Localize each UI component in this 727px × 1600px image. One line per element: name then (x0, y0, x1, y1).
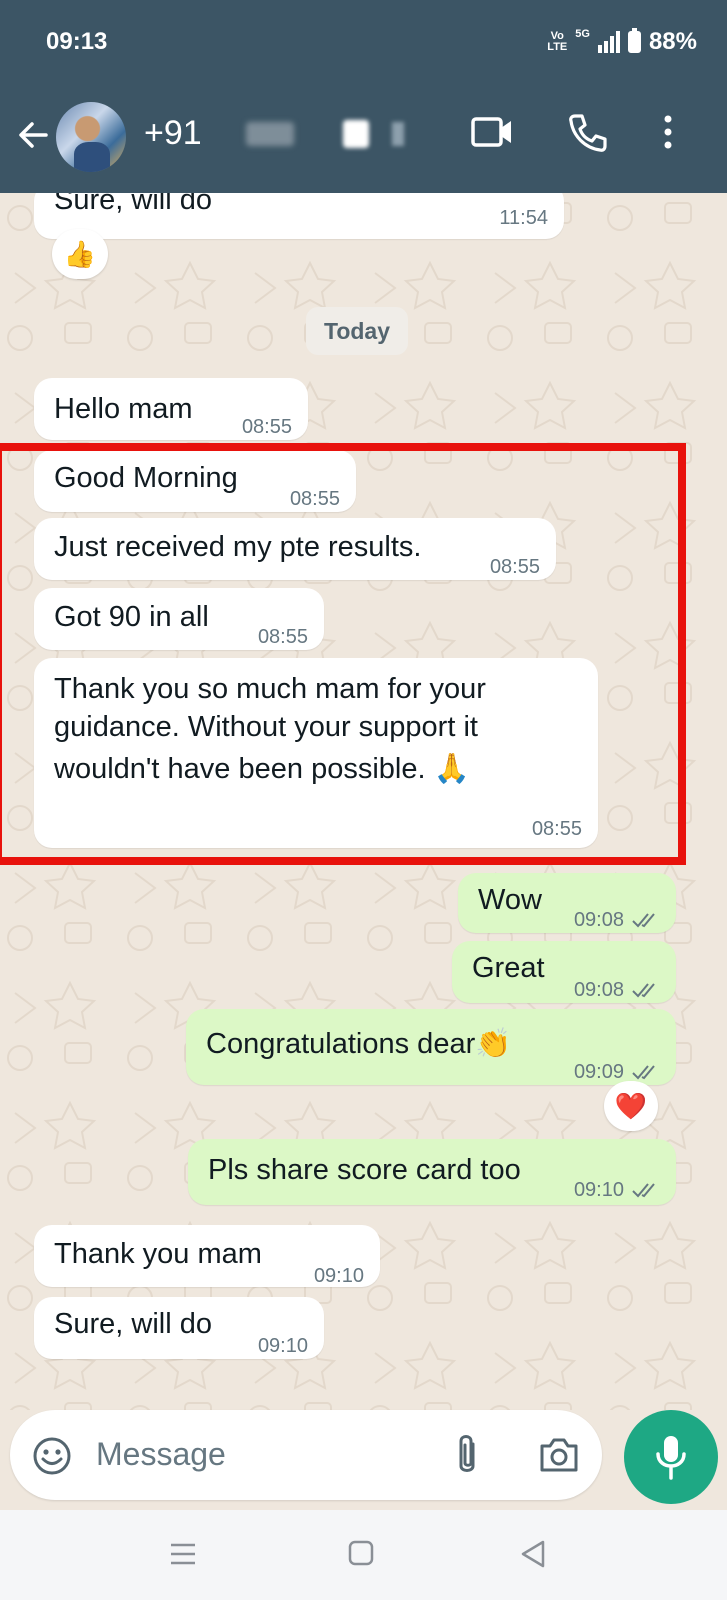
message-time: 11:54 (499, 207, 548, 229)
reaction-thumbs-up[interactable]: 👍 (52, 229, 108, 279)
redacted-number (343, 120, 369, 148)
message-text: Pls share score card too (208, 1154, 521, 1186)
message-composer[interactable]: Message (10, 1410, 602, 1500)
app-header: 09:13 Vo LTE 5G 88% +91 (0, 0, 727, 193)
attach-icon[interactable] (454, 1432, 480, 1478)
message-time: 09:10 (257, 1335, 308, 1357)
signal-icon (597, 31, 620, 53)
message-outgoing[interactable]: Pls share score card too 09:10 (188, 1139, 676, 1205)
system-nav-bar (0, 1510, 727, 1600)
battery-level: 88% (648, 28, 697, 55)
redacted-number (246, 122, 294, 146)
message-text: Wow (478, 884, 542, 916)
read-receipt-icon (632, 1065, 655, 1080)
message-incoming[interactable]: Thank you mam 09:10 (34, 1225, 380, 1287)
chat-area[interactable]: Sure, will do 11:54 👍 Today Hello mam 08… (0, 193, 727, 1410)
battery-icon (627, 28, 641, 53)
message-input[interactable]: Message (96, 1436, 226, 1473)
back-arrow-icon[interactable] (16, 118, 50, 152)
volte-indicator: Vo LTE (547, 30, 568, 53)
message-time: 09:10 (313, 1265, 364, 1287)
more-options-icon[interactable] (660, 112, 676, 152)
contact-avatar[interactable] (56, 102, 126, 172)
message-text: Congratulations dear👏 (206, 1028, 512, 1060)
read-receipt-icon (632, 913, 655, 928)
recent-apps-icon[interactable] (170, 1542, 196, 1566)
voice-message-button[interactable] (624, 1410, 718, 1504)
message-time: 09:08 (573, 909, 624, 931)
message-outgoing[interactable]: Great 09:08 (452, 941, 676, 1003)
message-text: Thank you mam (54, 1238, 262, 1270)
message-meta: 09:08 (574, 901, 660, 939)
network-type: 5G (575, 28, 590, 40)
video-call-icon[interactable] (470, 112, 514, 152)
redacted-number (392, 122, 404, 146)
read-receipt-icon (632, 1183, 655, 1198)
message-time: 08:55 (241, 416, 292, 438)
message-text: Hello mam (54, 393, 193, 425)
message-meta: 09:08 (574, 971, 660, 1009)
message-outgoing[interactable]: Congratulations dear👏 09:09 (186, 1009, 676, 1085)
contact-name[interactable]: +91 (144, 114, 202, 153)
emoji-icon[interactable] (32, 1436, 72, 1476)
message-text: Great (472, 952, 545, 984)
message-meta: 09:10 (574, 1171, 660, 1209)
message-incoming[interactable]: Hello mam 08:55 (34, 378, 308, 440)
message-text: Sure, will do (54, 193, 212, 216)
phone-call-icon[interactable] (566, 112, 608, 154)
status-time: 09:13 (46, 28, 108, 55)
status-indicators: Vo LTE 5G 88% (547, 28, 697, 56)
reaction-heart[interactable]: ❤️ (604, 1081, 658, 1131)
read-receipt-icon (632, 983, 655, 998)
microphone-icon (656, 1436, 686, 1480)
message-time: 09:08 (573, 979, 624, 1001)
message-incoming[interactable]: Sure, will do 09:10 (34, 1297, 324, 1359)
camera-icon[interactable] (538, 1434, 580, 1474)
home-icon[interactable] (348, 1540, 374, 1566)
date-divider: Today (306, 307, 408, 355)
highlight-annotation (0, 443, 686, 865)
message-incoming[interactable]: Sure, will do 11:54 (34, 193, 564, 239)
back-nav-icon[interactable] (520, 1540, 546, 1568)
message-time: 09:10 (573, 1179, 624, 1201)
message-text: Sure, will do (54, 1308, 212, 1340)
message-outgoing[interactable]: Wow 09:08 (458, 873, 676, 933)
